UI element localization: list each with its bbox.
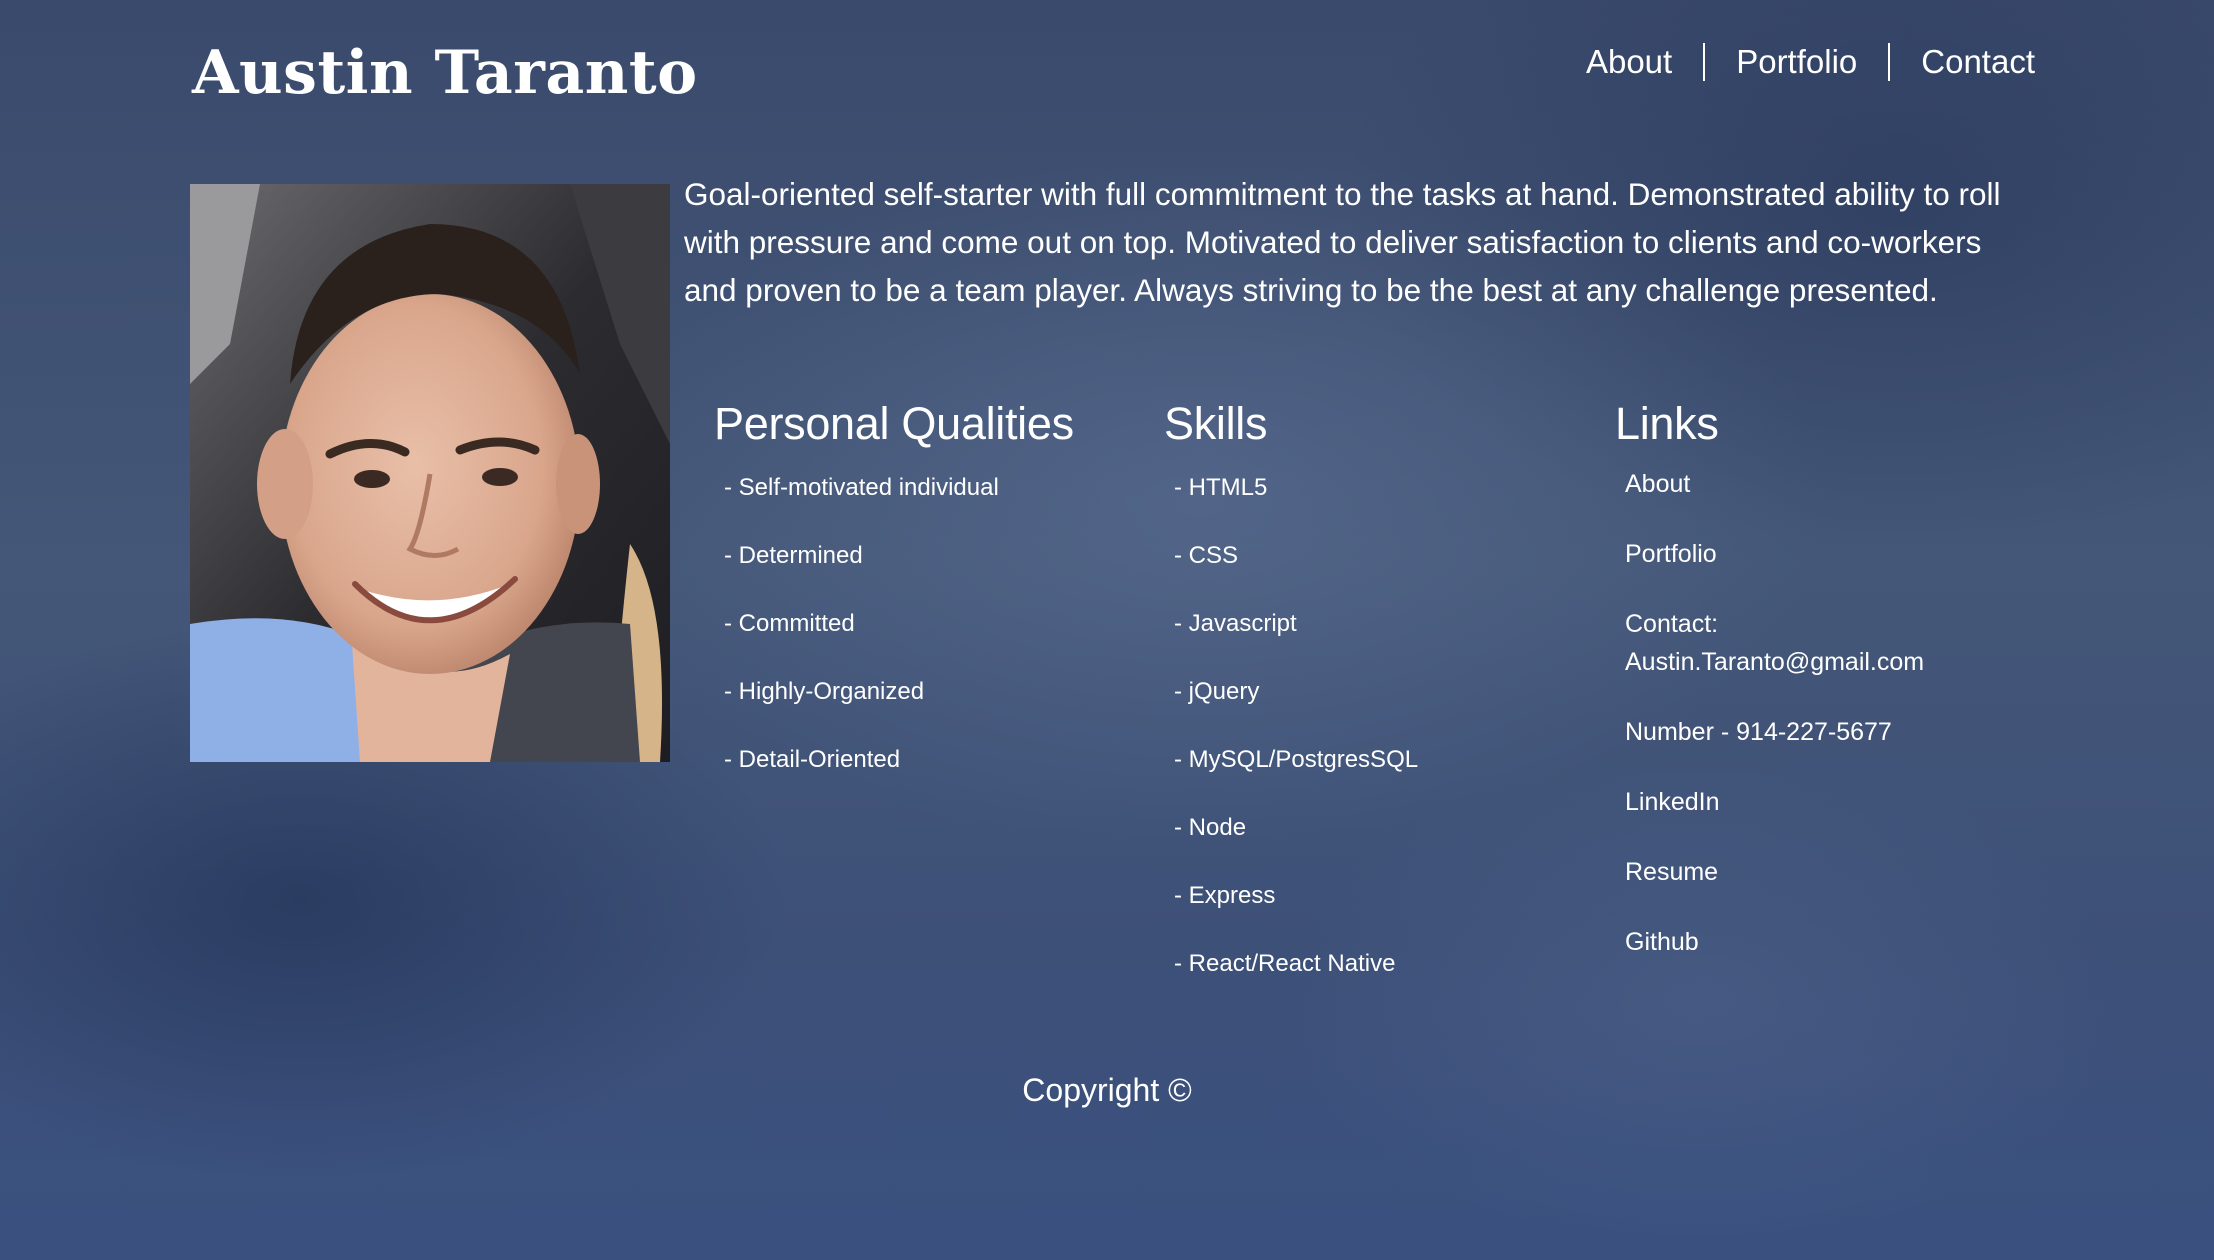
- list-item: - React/React Native: [1174, 950, 1396, 977]
- skills-heading: Skills: [1164, 398, 1268, 449]
- list-item: - CSS: [1174, 542, 1239, 569]
- site-title: Austin Taranto: [192, 38, 698, 108]
- personal-qualities-section: Personal Qualities - Self-motivated indi…: [714, 394, 1074, 794]
- list-item: - jQuery: [1174, 678, 1260, 705]
- personal-qualities-list: - Self-motivated individual - Determined…: [714, 454, 1074, 794]
- top-nav: About Portfolio Contact: [1555, 40, 2035, 84]
- list-item: - Javascript: [1174, 610, 1297, 637]
- list-item: - Self-motivated individual: [724, 474, 999, 501]
- list-item: - Determined: [724, 542, 863, 569]
- list-item: - MySQL/PostgresSQL: [1174, 746, 1419, 773]
- portfolio-link[interactable]: Portfolio: [1625, 540, 1717, 568]
- contact-email-link[interactable]: Austin.Taranto@gmail.com: [1625, 648, 1924, 676]
- contact-label: Contact:: [1625, 610, 1719, 638]
- github-link[interactable]: Github: [1625, 928, 1699, 956]
- bio-text: Goal-oriented self-starter with full com…: [684, 176, 2001, 308]
- about-link[interactable]: About: [1625, 470, 1690, 498]
- copyright-footer: Copyright ©: [1022, 1072, 1192, 1108]
- list-item: - Highly-Organized: [724, 678, 925, 705]
- linkedin-link[interactable]: LinkedIn: [1625, 788, 1720, 816]
- list-item: - Detail-Oriented: [724, 746, 901, 773]
- nav-portfolio-link[interactable]: Portfolio: [1705, 40, 1888, 84]
- nav-about-link[interactable]: About: [1555, 40, 1703, 84]
- links-section: Links About Portfolio Contact: Austin.Ta…: [1615, 394, 1924, 993]
- list-item: - HTML5: [1174, 474, 1268, 501]
- links-heading: Links: [1615, 398, 1719, 449]
- list-item: - Committed: [724, 610, 855, 637]
- resume-link[interactable]: Resume: [1625, 858, 1718, 886]
- contact-item: Contact: Austin.Taranto@gmail.com: [1615, 605, 1924, 681]
- list-item: - Express: [1174, 882, 1276, 909]
- skills-section: Skills - HTML5 - CSS - Javascript - jQue…: [1164, 394, 1418, 998]
- phone-number: Number - 914-227-5677: [1625, 718, 1892, 746]
- personal-qualities-heading: Personal Qualities: [714, 398, 1074, 449]
- nav-contact-link[interactable]: Contact: [1890, 40, 2035, 84]
- skills-list: - HTML5 - CSS - Javascript - jQuery - My…: [1164, 454, 1418, 998]
- profile-photo: [190, 184, 670, 762]
- links-list: About Portfolio Contact: Austin.Taranto@…: [1615, 465, 1924, 961]
- list-item: - Node: [1174, 814, 1247, 841]
